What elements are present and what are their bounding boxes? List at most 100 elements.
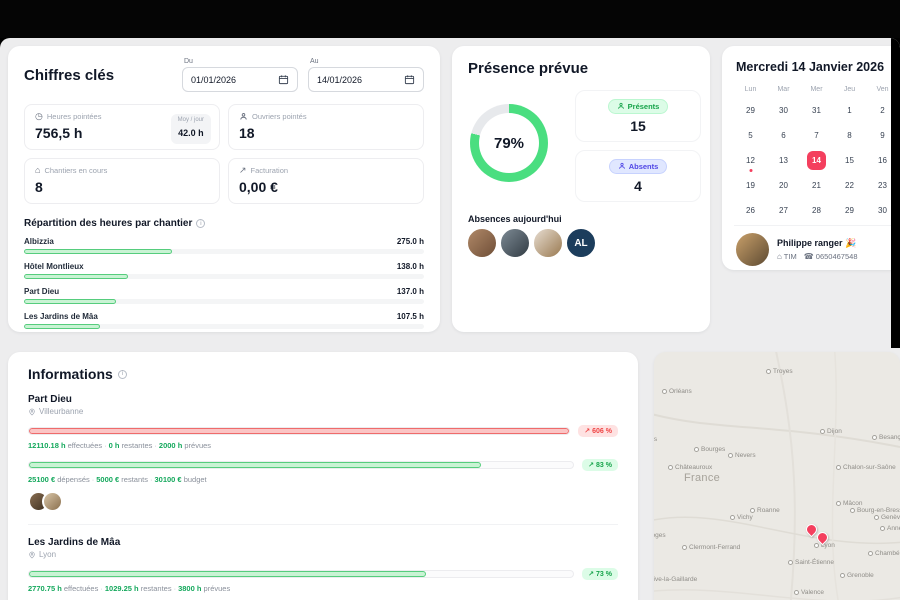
- calendar-day[interactable]: 28: [800, 198, 833, 223]
- day-number: 12: [746, 156, 755, 165]
- calendar-day[interactable]: 1: [833, 98, 866, 123]
- separator: ·: [100, 584, 103, 593]
- avatar[interactable]: [466, 227, 498, 259]
- average-value: 42.0 h: [178, 128, 204, 138]
- calendar-day[interactable]: 7: [800, 123, 833, 148]
- date-to-field[interactable]: 14/01/2026: [308, 67, 424, 92]
- avatar: [736, 233, 769, 266]
- list-item[interactable]: Albizzia275.0 h: [24, 237, 424, 254]
- city-label: Valence: [794, 589, 824, 596]
- calendar-day[interactable]: 21: [800, 173, 833, 198]
- project-avatars: [28, 491, 618, 512]
- separator: ·: [154, 441, 157, 450]
- location-name: Villeurbanne: [39, 407, 83, 416]
- stat-worksites-header: ⌂ Chantiers en cours: [35, 166, 209, 175]
- avatar[interactable]: [532, 227, 564, 259]
- progress-fill: [29, 428, 569, 434]
- info-icon[interactable]: i: [196, 219, 205, 228]
- avatar[interactable]: [499, 227, 531, 259]
- project-section: Part Dieu Villeurbanne ↗606 % 12110.18 h…: [28, 394, 618, 512]
- stat-billing-header: ↗ Facturation: [239, 166, 413, 175]
- calendar-day[interactable]: 31: [800, 98, 833, 123]
- progress-badge: ↗83 %: [582, 459, 618, 471]
- region-label: France: [684, 472, 720, 484]
- map-card[interactable]: France Troyes Orléans Blois Dijon Besanç…: [654, 352, 900, 600]
- list-item[interactable]: Hôtel Montlieux138.0 h: [24, 262, 424, 279]
- city-label: Mâcon: [836, 500, 863, 507]
- contact-company: TIM: [784, 252, 797, 261]
- calendar-day[interactable]: 19: [734, 173, 767, 198]
- absences-today-title: Absences aujourd'hui: [468, 214, 562, 224]
- stat-value: 0 h: [109, 441, 120, 450]
- selected-day-badge: 14: [807, 151, 826, 170]
- calendar-day[interactable]: 22: [833, 173, 866, 198]
- stat-label: effectuées: [64, 584, 98, 593]
- calendar-weekdays: Lun Mar Mer Jeu Ven: [734, 86, 899, 93]
- contact-info: Philippe ranger 🎉 ⌂ TIM ☎ 0650467548: [777, 238, 858, 261]
- event-dot: [749, 169, 752, 172]
- stat-label: restantes: [122, 441, 153, 450]
- city-label: Brive-la-Gaillarde: [654, 576, 697, 583]
- presence-title: Présence prévue: [468, 60, 588, 77]
- stat-value: 25100 €: [28, 475, 55, 484]
- calendar-day[interactable]: 15: [833, 148, 866, 173]
- progress-fill: [24, 299, 116, 304]
- contact-phone: 0650467548: [816, 252, 858, 261]
- worksite-name: Part Dieu: [24, 287, 59, 296]
- calendar-day[interactable]: 30: [767, 98, 800, 123]
- list-item[interactable]: Part Dieu137.0 h: [24, 287, 424, 304]
- calendar-day[interactable]: 8: [833, 123, 866, 148]
- avatar[interactable]: [42, 491, 63, 512]
- calendar-day[interactable]: 27: [767, 198, 800, 223]
- progress-fill: [29, 462, 481, 468]
- calendar-day[interactable]: 26: [734, 198, 767, 223]
- divider: [28, 524, 618, 525]
- stat-label: restants: [121, 475, 148, 484]
- city-label: Limoges: [654, 532, 666, 539]
- calendar-day[interactable]: 6: [767, 123, 800, 148]
- phone-wrap[interactable]: ☎ 0650467548: [804, 252, 858, 261]
- city-label: Clermont-Ferrand: [682, 544, 740, 551]
- calendar-day[interactable]: 13: [767, 148, 800, 173]
- weekday-label: Mer: [800, 86, 833, 93]
- budget-progress-row: ↗83 %: [28, 459, 618, 471]
- project-name[interactable]: Les Jardins de Mâa: [28, 537, 618, 548]
- separator: ·: [150, 475, 153, 484]
- stat-value: 30100 €: [154, 475, 181, 484]
- calendar-day[interactable]: 20: [767, 173, 800, 198]
- users-icon: [239, 112, 248, 121]
- company-wrap: ⌂ TIM: [777, 252, 797, 261]
- informations-card: Informations i Part Dieu Villeurbanne ↗6…: [8, 352, 638, 600]
- absents-count: 4: [634, 178, 642, 194]
- calendar-day[interactable]: 29: [833, 198, 866, 223]
- project-location: Villeurbanne: [28, 407, 618, 416]
- calendar-day-selected[interactable]: 14: [800, 148, 833, 173]
- absents-badge: Absents: [609, 159, 668, 174]
- progress-fill: [24, 324, 100, 329]
- info-icon[interactable]: i: [118, 370, 127, 379]
- worksite-hours: 275.0 h: [397, 237, 424, 246]
- stat-workers-header: Ouvriers pointés: [239, 112, 413, 121]
- trend-icon: ↗: [588, 461, 594, 469]
- progress-track: [28, 570, 574, 578]
- calendar-day[interactable]: 29: [734, 98, 767, 123]
- separator: ·: [104, 441, 107, 450]
- birthday-contact[interactable]: Philippe ranger 🎉 ⌂ TIM ☎ 0650467548: [736, 233, 858, 266]
- trend-icon: ↗: [584, 427, 590, 435]
- date-from-field[interactable]: 01/01/2026: [182, 67, 298, 92]
- stat-hours: ◷ Heures pointées 756,5 h Moy / jour 42.…: [24, 104, 220, 150]
- key-figures-card: Chiffres clés Du 01/01/2026 Au 14/01/202…: [8, 46, 440, 332]
- worksite-hours: 138.0 h: [397, 262, 424, 271]
- hours-progress-row: ↗606 %: [28, 425, 618, 437]
- average-label: Moy / jour: [178, 117, 204, 123]
- average-per-day-badge: Moy / jour 42.0 h: [171, 114, 211, 144]
- list-item[interactable]: Les Jardins de Mâa107.5 h: [24, 312, 424, 329]
- contact-meta: ⌂ TIM ☎ 0650467548: [777, 252, 858, 261]
- calendar-day-with-event[interactable]: 12: [734, 148, 767, 173]
- presence-donut-chart: 79%: [470, 104, 548, 182]
- calendar-day[interactable]: 5: [734, 123, 767, 148]
- worksite-icon: ⌂: [35, 166, 40, 175]
- avatar-initials[interactable]: AL: [565, 227, 597, 259]
- progress-track: [24, 299, 424, 304]
- project-name[interactable]: Part Dieu: [28, 394, 618, 405]
